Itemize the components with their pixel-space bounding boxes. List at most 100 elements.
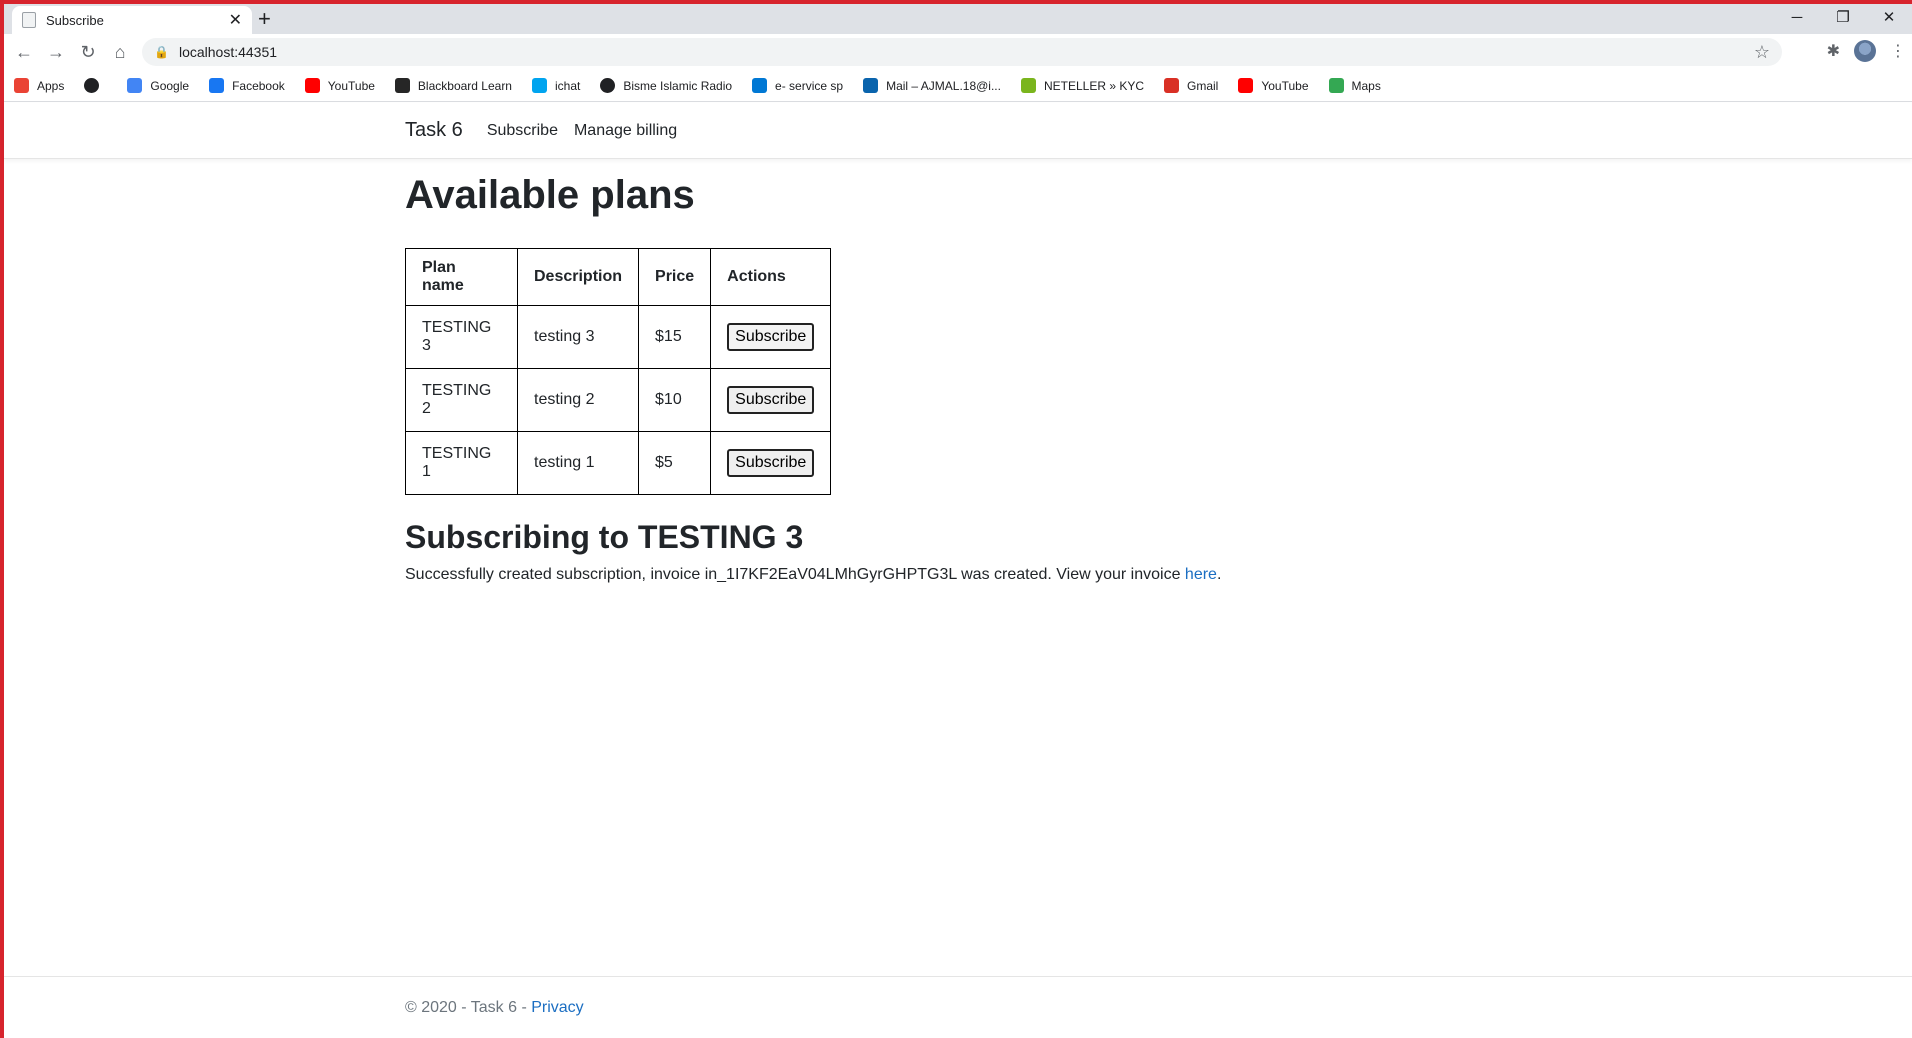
page-title: Available plans — [405, 173, 695, 217]
menu-kebab-icon[interactable]: ⋮ — [1890, 41, 1906, 61]
main-content: Available plans Plan name Description Pr… — [405, 173, 1221, 584]
bookmark-item[interactable]: YouTube — [1238, 78, 1309, 93]
table-row: TESTING 1 testing 1 $5 Subscribe — [405, 431, 832, 495]
price-cell: $15 — [638, 305, 712, 369]
lock-icon[interactable]: 🔒 — [154, 45, 169, 59]
bookmark-star-icon[interactable]: ☆ — [1754, 42, 1770, 63]
bookmark-label: YouTube — [1261, 78, 1309, 93]
description-cell: testing 2 — [516, 368, 640, 432]
bookmarks-bar: Apps Google Facebook YouTube Blackboard Lear… — [4, 70, 1912, 102]
maps-icon — [1328, 78, 1344, 93]
forward-icon[interactable]: → — [40, 42, 72, 63]
bookmark-item[interactable]: Facebook — [209, 78, 285, 93]
close-window-icon[interactable]: ✕ — [1866, 4, 1912, 34]
description-cell: testing 3 — [516, 305, 640, 369]
tab-strip: Subscribe ✕ + ─ ❐ ✕ — [4, 4, 1912, 34]
youtube-icon — [1238, 78, 1254, 93]
subscribing-title: Subscribing to TESTING 3 — [405, 519, 804, 555]
subscribe-button[interactable]: Subscribe — [727, 386, 815, 414]
minimize-icon[interactable]: ─ — [1774, 4, 1820, 34]
description-cell: testing 1 — [516, 431, 640, 495]
new-tab-icon[interactable]: + — [258, 6, 271, 32]
bookmark-item[interactable]: Gmail — [1164, 78, 1218, 93]
subscribe-button[interactable]: Subscribe — [727, 323, 815, 351]
site-brand-link[interactable]: Task 6 — [405, 119, 463, 142]
home-icon[interactable]: ⌂ — [104, 42, 136, 63]
actions-cell: Subscribe — [710, 368, 832, 432]
bookmark-item[interactable] — [84, 78, 107, 93]
price-cell: $10 — [638, 368, 712, 432]
globe-icon — [84, 78, 100, 93]
extensions-icon[interactable]: ✱ — [1827, 41, 1840, 61]
header-plan-name: Plan name — [405, 248, 518, 306]
blackboard-icon — [394, 78, 410, 93]
bookmark-item[interactable]: Bisme Islamic Radio — [600, 78, 732, 93]
plans-table: Plan name Description Price Actions TEST… — [405, 248, 832, 495]
site-footer: © 2020 - Task 6 - Privacy — [4, 976, 1912, 1038]
radio-icon — [600, 78, 616, 93]
header-description: Description — [516, 248, 640, 306]
outlook-icon — [863, 78, 879, 93]
nav-subscribe-link[interactable]: Subscribe — [487, 122, 558, 140]
bookmark-item[interactable]: e- service sp — [752, 78, 843, 93]
youtube-icon — [304, 78, 320, 93]
bookmark-label: Google — [150, 78, 190, 93]
apps-grid-icon — [14, 78, 29, 93]
plan-name-cell: TESTING 3 — [405, 305, 518, 369]
bookmark-label: Blackboard Learn — [417, 78, 512, 93]
bookmark-label: Facebook — [232, 78, 285, 93]
tab-title: Subscribe — [46, 12, 104, 28]
bookmark-label: Gmail — [1187, 78, 1219, 93]
bookmark-label: Mail – AJMAL.18@i... — [886, 78, 1001, 93]
url-text[interactable]: localhost:44351 — [179, 44, 1754, 60]
bookmark-item[interactable]: Google — [127, 78, 189, 93]
browser-tab[interactable]: Subscribe ✕ — [12, 6, 252, 34]
google-icon — [127, 78, 143, 93]
header-actions: Actions — [710, 248, 832, 306]
gmail-icon — [1164, 78, 1180, 93]
plan-name-cell: TESTING 2 — [405, 368, 518, 432]
address-bar[interactable]: 🔒 localhost:44351 ☆ — [142, 38, 1782, 66]
reload-icon[interactable]: ↻ — [72, 42, 104, 63]
bookmark-item[interactable]: NETELLER » KYC — [1020, 78, 1145, 93]
browser-toolbar: ← → ↻ ⌂ 🔒 localhost:44351 ☆ ✱ ⋮ — [4, 34, 1912, 70]
bookmark-label: ichat — [554, 78, 581, 93]
plan-name-cell: TESTING 1 — [405, 431, 518, 495]
nav-manage-billing-link[interactable]: Manage billing — [574, 122, 677, 140]
bookmark-item[interactable]: Mail – AJMAL.18@i... — [863, 78, 1001, 93]
subscribe-button[interactable]: Subscribe — [727, 449, 815, 477]
subscription-message: Successfully created subscription, invoi… — [405, 566, 1221, 584]
facebook-icon — [209, 78, 225, 93]
site-navbar: Task 6 Subscribe Manage billing — [4, 103, 1912, 159]
bookmark-item[interactable]: Apps — [14, 78, 64, 93]
privacy-link[interactable]: Privacy — [531, 999, 583, 1016]
profile-avatar[interactable] — [1854, 40, 1876, 62]
bookmark-label: Maps — [1351, 78, 1381, 93]
back-icon[interactable]: ← — [8, 42, 40, 63]
bookmark-label: NETELLER » KYC — [1043, 78, 1145, 93]
bookmark-item[interactable]: ichat — [531, 78, 581, 93]
close-tab-icon[interactable]: ✕ — [229, 10, 242, 30]
bookmark-item[interactable]: YouTube — [304, 78, 375, 93]
restore-icon[interactable]: ❐ — [1820, 4, 1866, 34]
sharepoint-icon — [752, 78, 768, 93]
toolbar-right: ✱ ⋮ — [1827, 40, 1906, 62]
bookmark-item[interactable]: Maps — [1328, 78, 1381, 93]
price-cell: $5 — [638, 431, 712, 495]
page-favicon-icon — [22, 12, 36, 28]
bookmark-label: Apps — [37, 78, 65, 93]
footer-copyright: © 2020 - Task 6 - — [405, 999, 532, 1016]
invoice-link[interactable]: here — [1185, 566, 1217, 583]
table-header-row: Plan name Description Price Actions — [405, 248, 832, 306]
window-controls: ─ ❐ ✕ — [1774, 4, 1912, 34]
message-end: . — [1216, 566, 1222, 583]
message-text: Successfully created subscription, invoi… — [405, 566, 1185, 583]
web-page: Task 6 Subscribe Manage billing Availabl… — [4, 103, 1912, 1038]
neteller-icon — [1020, 78, 1036, 93]
bookmark-label: YouTube — [327, 78, 375, 93]
windows-icon — [531, 78, 547, 93]
actions-cell: Subscribe — [710, 305, 832, 369]
bookmark-item[interactable]: Blackboard Learn — [394, 78, 512, 93]
bookmark-label: e- service sp — [775, 78, 844, 93]
table-row: TESTING 3 testing 3 $15 Subscribe — [405, 305, 832, 369]
